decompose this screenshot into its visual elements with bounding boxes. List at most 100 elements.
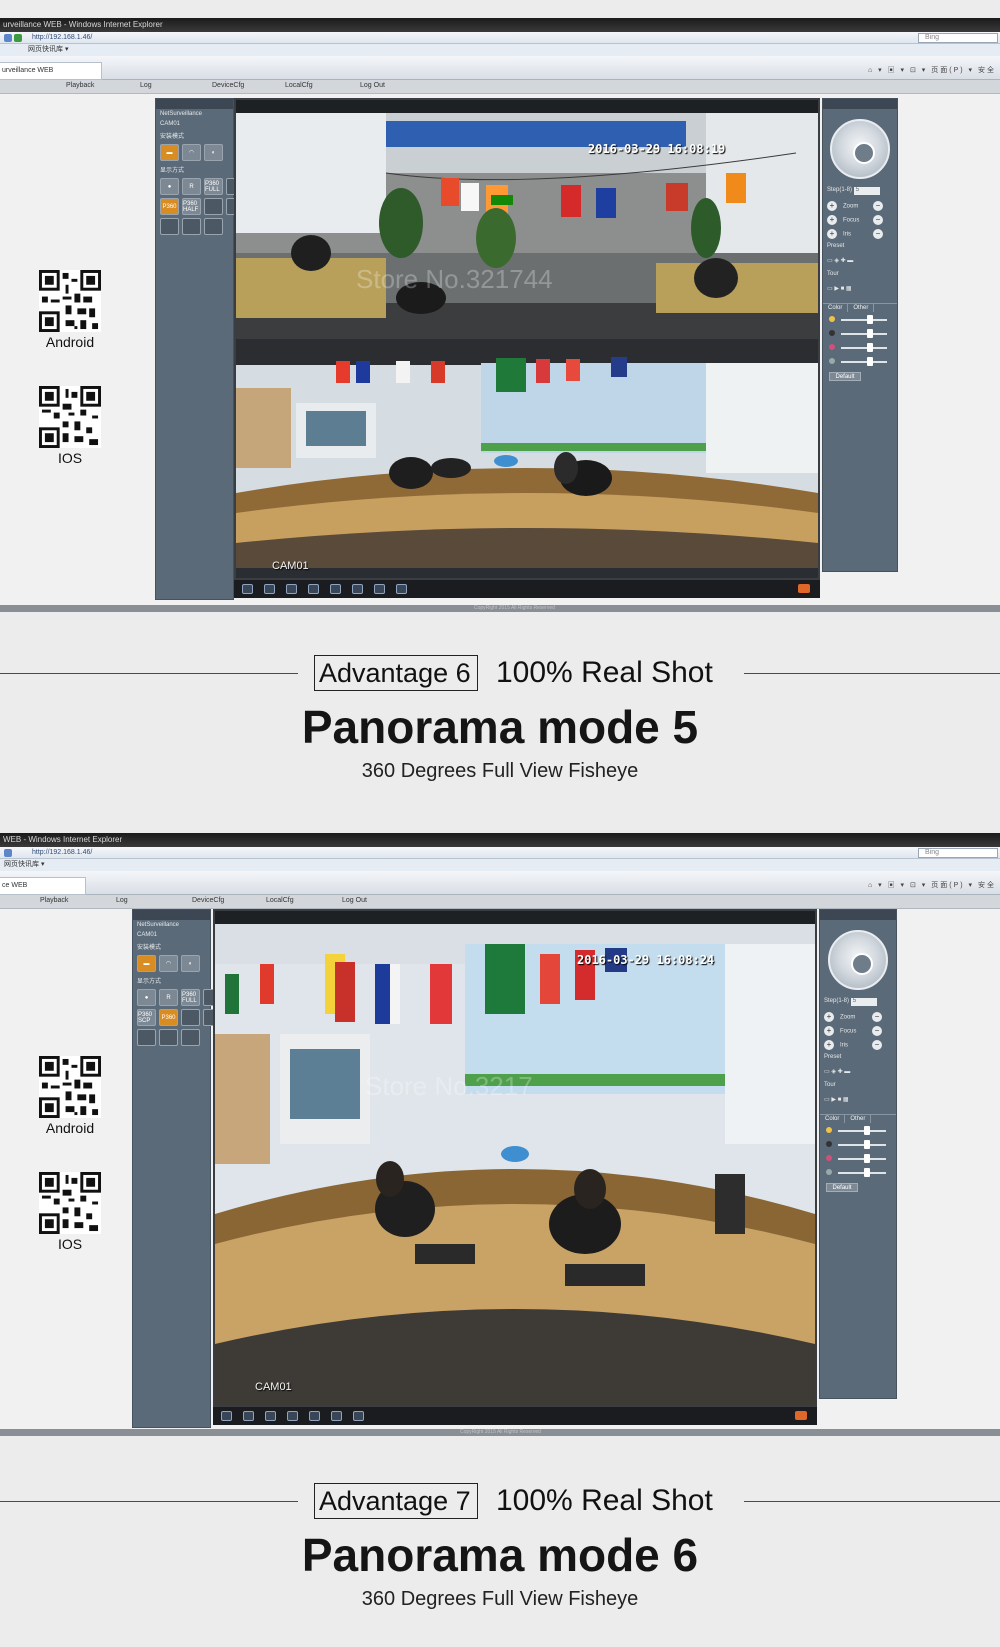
menu-logout[interactable]: Log Out [360,82,385,89]
tab-other[interactable]: Other [845,1115,872,1123]
tour-controls[interactable]: ▭ ▶ ■ ▦ [823,283,897,297]
record-icon[interactable] [286,584,297,594]
ios-qr[interactable]: IOS [35,386,105,466]
zoom-in-icon[interactable]: + [827,201,837,211]
ptz-direction-dial-icon[interactable] [830,119,890,179]
favorites-bar[interactable]: 网页快讯库 ▾ [0,859,1000,871]
step-select[interactable]: 5 [853,187,880,195]
quad-mode-button[interactable] [181,1009,200,1026]
record-icon[interactable] [265,1411,276,1421]
contrast-slider[interactable] [820,1137,896,1151]
menu-playback[interactable]: Playback [66,82,94,89]
zoom-out-icon[interactable]: − [873,201,883,211]
camera-node[interactable]: CAM01 [156,119,233,129]
iris-close-icon[interactable]: − [872,1040,882,1050]
desk-mount-button[interactable]: ◠ [182,144,201,161]
hue-slider[interactable] [820,1165,896,1179]
page-tab[interactable]: ce WEB [0,877,86,895]
url-field[interactable]: http://192.168.1.46/ [32,34,92,41]
search-input[interactable]: Bing [918,33,998,43]
r-mode-button[interactable]: R [182,178,201,195]
menu-localcfg[interactable]: LocalCfg [266,897,294,904]
camera-node[interactable]: CAM01 [133,930,210,940]
p360-split-button[interactable]: P360 [160,198,179,215]
wall-mount-button[interactable]: ◐ [181,955,200,972]
menu-logout[interactable]: Log Out [342,897,367,904]
menu-devicecfg[interactable]: DeviceCfg [212,82,244,89]
desk-mount-button[interactable]: ◠ [159,955,178,972]
audio-icon[interactable] [374,584,385,594]
brightness-slider[interactable] [823,312,897,326]
audio-icon[interactable] [353,1411,364,1421]
zoom-in-icon[interactable]: + [824,1012,834,1022]
forward-icon[interactable] [14,34,22,42]
volume-icon[interactable] [795,1411,807,1420]
fullscreen-icon[interactable] [242,584,253,594]
window-icon[interactable] [264,584,275,594]
device-tree-root[interactable]: NetSurveillance [156,109,233,119]
stop-icon[interactable] [396,584,407,594]
tab-other[interactable]: Other [848,304,875,312]
preset-controls[interactable]: ▭ ◈ ✚ ▬ [823,255,897,269]
saturation-slider[interactable] [820,1151,896,1165]
android-qr[interactable]: Android [35,1056,105,1136]
mode-button-9[interactable] [160,218,179,235]
step-select[interactable]: 5 [850,998,877,1006]
wall-mount-button[interactable]: ◐ [204,144,223,161]
saturation-slider[interactable] [823,340,897,354]
split-icon[interactable] [309,1411,320,1421]
preset-controls[interactable]: ▭ ◈ ✚ ▬ [820,1066,896,1080]
contrast-slider[interactable] [823,326,897,340]
r-mode-button[interactable]: R [159,989,178,1006]
p360-half-button[interactable]: P360 HALF [182,198,201,215]
favorites-bar[interactable]: 网页快讯库 ▾ [0,44,1000,56]
page-tab[interactable]: urveillance WEB [0,62,102,80]
tour-controls[interactable]: ▭ ▶ ■ ▦ [820,1094,896,1108]
quad-mode-button[interactable] [204,198,223,215]
ie-toolbar-tools[interactable]: ⌂ ▾ ▣ ▾ ⊡ ▾ 页面(P) ▾ 安全 [868,65,996,75]
url-field[interactable]: http://192.168.1.46/ [32,849,92,856]
ptz-direction-dial-icon[interactable] [828,930,888,990]
iris-open-icon[interactable]: + [827,229,837,239]
mode-button-11[interactable] [181,1029,200,1046]
snapshot-icon[interactable] [287,1411,298,1421]
ie-toolbar-tools[interactable]: ⌂ ▾ ▣ ▾ ⊡ ▾ 页面(P) ▾ 安全 [868,880,996,890]
ceiling-mount-button[interactable]: ▬ [160,144,179,161]
focus-out-icon[interactable]: − [873,215,883,225]
p360-active-button[interactable]: P360 [159,1009,178,1026]
back-icon[interactable] [4,849,12,857]
tab-color[interactable]: Color [820,1115,846,1123]
mode-button-11[interactable] [204,218,223,235]
mode-button-9[interactable] [137,1029,156,1046]
p360-full-button[interactable]: P360 FULL [204,178,223,195]
window-icon[interactable] [243,1411,254,1421]
snapshot-icon[interactable] [308,584,319,594]
focus-in-icon[interactable]: + [824,1026,834,1036]
config-icon[interactable] [331,1411,342,1421]
iris-open-icon[interactable]: + [824,1040,834,1050]
android-qr[interactable]: Android [35,270,105,350]
focus-in-icon[interactable]: + [827,215,837,225]
iris-close-icon[interactable]: − [873,229,883,239]
menu-playback[interactable]: Playback [40,897,68,904]
search-input[interactable]: Bing [918,848,998,858]
split-icon[interactable] [330,584,341,594]
default-button[interactable]: Default [826,1183,858,1192]
fisheye-mode-button[interactable]: ● [160,178,179,195]
default-button[interactable]: Default [829,372,861,381]
mode-button-10[interactable] [182,218,201,235]
brightness-slider[interactable] [820,1123,896,1137]
p360-scp-button[interactable]: P360 SCP [137,1009,156,1026]
zoom-out-icon[interactable]: − [872,1012,882,1022]
live-video-view[interactable]: 2016-03-29 16:08:19 Store No.321744 CAM0… [234,98,820,580]
focus-out-icon[interactable]: − [872,1026,882,1036]
back-icon[interactable] [4,34,12,42]
mode-button-10[interactable] [159,1029,178,1046]
menu-localcfg[interactable]: LocalCfg [285,82,313,89]
fullscreen-icon[interactable] [221,1411,232,1421]
device-tree-root[interactable]: NetSurveillance [133,920,210,930]
volume-icon[interactable] [798,584,810,593]
tab-color[interactable]: Color [823,304,849,312]
ceiling-mount-button[interactable]: ▬ [137,955,156,972]
menu-log[interactable]: Log [140,82,152,89]
